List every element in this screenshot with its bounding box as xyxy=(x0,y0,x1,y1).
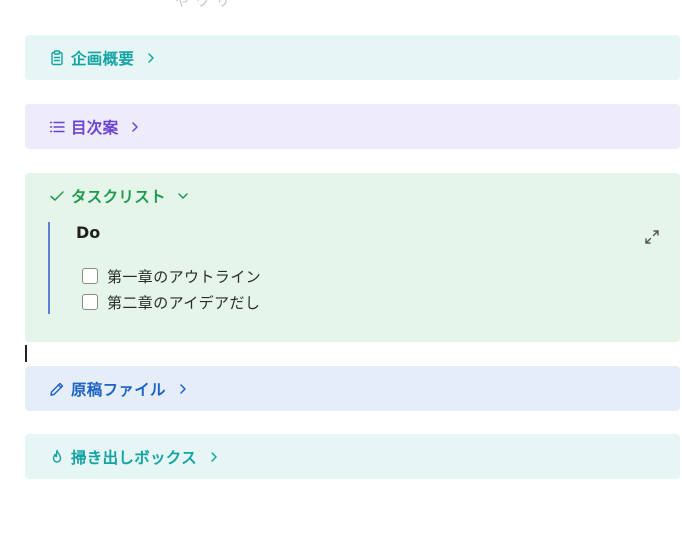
flame-icon xyxy=(49,449,65,465)
chevron-right-icon xyxy=(144,51,158,65)
list-icon xyxy=(49,119,65,135)
section-files: 原稿ファイル xyxy=(25,366,680,411)
chevron-right-icon xyxy=(176,382,190,396)
section-dump-toggle[interactable]: 掃き出しボックス xyxy=(49,434,221,479)
section-overview: 企画概要 xyxy=(25,35,680,80)
text-cursor[interactable] xyxy=(25,345,27,362)
task-item: 第一章のアウトライン xyxy=(82,263,261,289)
chevron-down-icon xyxy=(176,189,190,203)
task-panel: Do 第一章のアウトライン 第二章のアイデアだし xyxy=(48,222,663,314)
section-dump: 掃き出しボックス xyxy=(25,434,680,479)
chevron-right-icon xyxy=(128,120,142,134)
section-toc-toggle[interactable]: 目次案 xyxy=(49,104,142,149)
section-tasks-toggle[interactable]: タスクリスト xyxy=(49,173,190,218)
check-icon xyxy=(49,188,65,204)
section-dump-title: 掃き出しボックス xyxy=(71,448,197,467)
task-checkbox[interactable] xyxy=(82,268,98,284)
expand-icon[interactable] xyxy=(643,228,661,246)
section-toc-title: 目次案 xyxy=(71,118,119,137)
section-toc: 目次案 xyxy=(25,104,680,149)
page: や ワ リ 企画概要 目次案 タスクリスト Do 第一章のアウトライン 第二章の… xyxy=(0,0,682,552)
cutoff-text: や ワ リ xyxy=(175,0,231,10)
task-item: 第二章のアイデアだし xyxy=(82,289,261,315)
section-overview-title: 企画概要 xyxy=(71,49,135,68)
task-checkbox[interactable] xyxy=(82,294,98,310)
clipboard-icon xyxy=(49,49,65,66)
task-list: 第一章のアウトライン 第二章のアイデアだし xyxy=(82,263,261,315)
section-overview-toggle[interactable]: 企画概要 xyxy=(49,35,158,80)
section-files-toggle[interactable]: 原稿ファイル xyxy=(49,366,190,411)
pencil-icon xyxy=(49,381,65,397)
task-label: 第一章のアウトライン xyxy=(107,267,262,286)
task-heading: Do xyxy=(76,223,101,242)
section-tasks: タスクリスト Do 第一章のアウトライン 第二章のアイデアだし xyxy=(25,173,680,342)
section-tasks-title: タスクリスト xyxy=(71,187,166,206)
task-label: 第二章のアイデアだし xyxy=(107,293,261,312)
chevron-right-icon xyxy=(207,450,221,464)
section-files-title: 原稿ファイル xyxy=(71,380,166,399)
